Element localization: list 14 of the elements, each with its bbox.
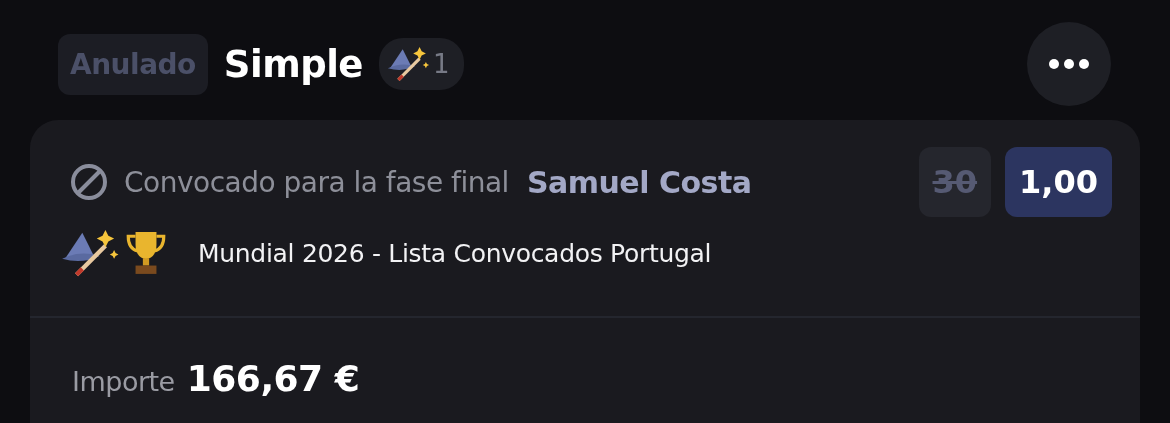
bet-title: Simple: [223, 42, 363, 86]
player-name: Samuel Costa: [526, 164, 752, 200]
stake-label: Importe: [72, 366, 175, 397]
trophy-icon: [124, 230, 168, 276]
status-badge: Anulado: [58, 33, 208, 95]
more-icon: [1048, 59, 1090, 69]
boost-count: 1: [432, 49, 450, 79]
market-name: Convocado para la fase final: [124, 165, 509, 199]
wizard-wand-icon: [386, 45, 431, 83]
ban-icon: [70, 163, 108, 201]
event-name: Mundial 2026 - Lista Convocados Portugal: [198, 238, 712, 268]
old-odds: 30: [918, 147, 992, 217]
stake-amount: 166,67 €: [186, 358, 360, 399]
odds-value: 1,00: [1005, 147, 1112, 217]
